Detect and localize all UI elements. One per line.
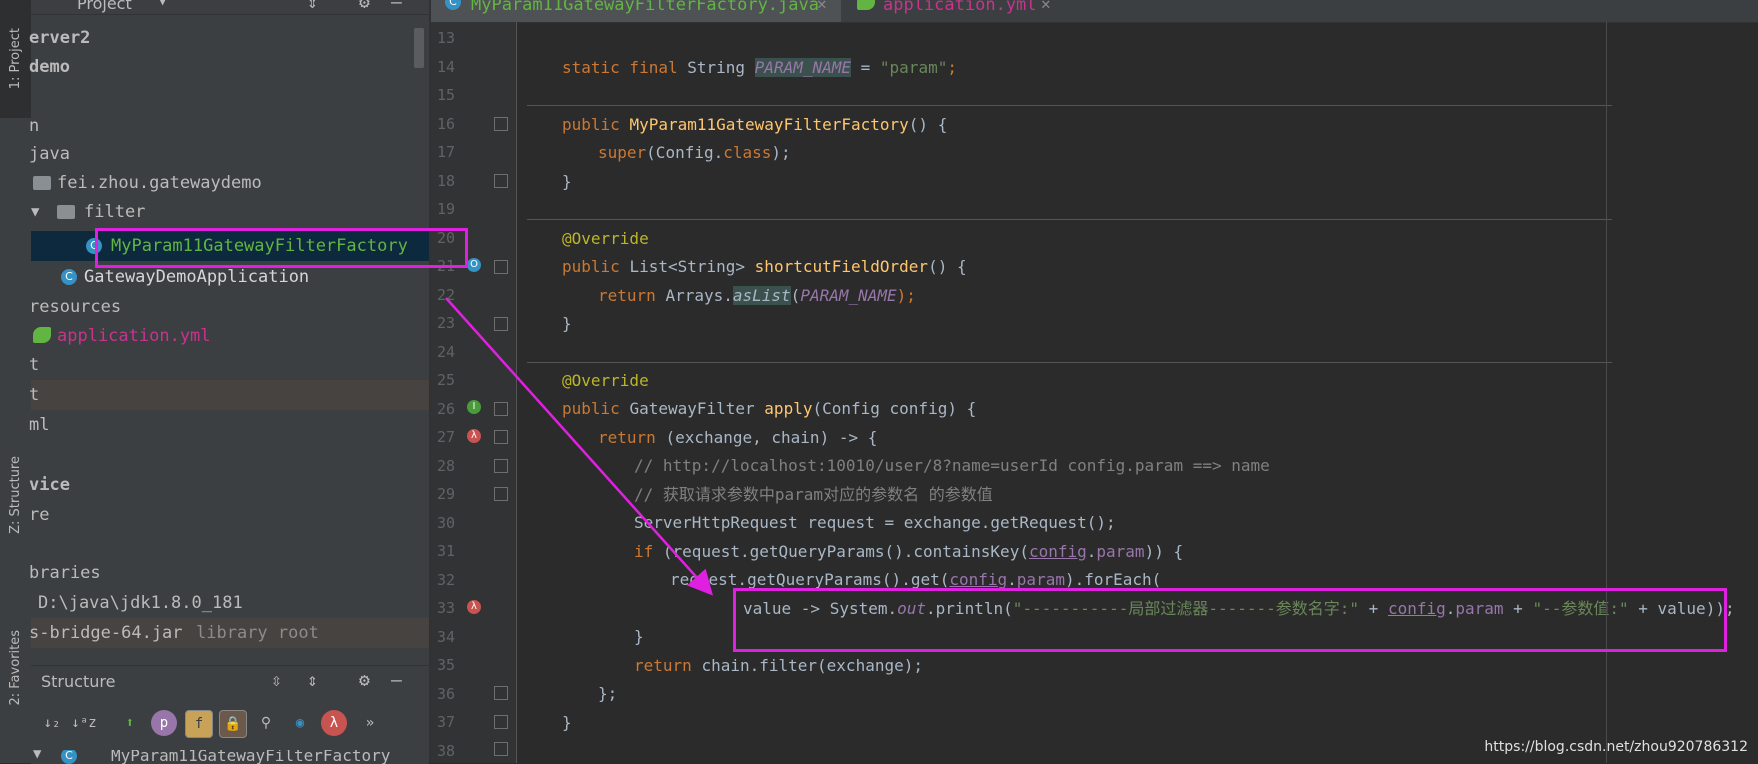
watermark: https://blog.csdn.net/zhou920786312 [1484, 739, 1748, 755]
annotation-arrow [445, 297, 714, 596]
